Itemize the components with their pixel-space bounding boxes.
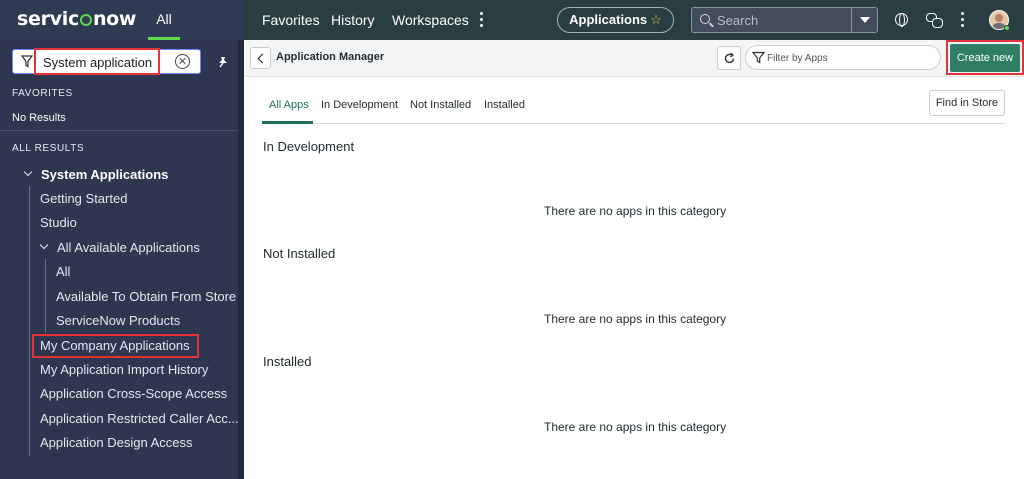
sidebar-scrollbar[interactable]	[238, 40, 244, 479]
servicenow-logo[interactable]: servic now	[17, 8, 136, 30]
filter-icon	[21, 55, 33, 68]
all-results-section-label: ALL RESULTS	[12, 143, 85, 154]
tree-guide-line	[29, 186, 30, 456]
tab-all-apps[interactable]: All Apps	[269, 99, 309, 111]
favorites-section-label: FAVORITES	[12, 88, 73, 99]
sidebar-item-all-available-applications[interactable]: All Available Applications	[57, 240, 200, 255]
sidebar-item-design-access[interactable]: Application Design Access	[40, 435, 192, 450]
category-title-installed: Installed	[263, 354, 312, 369]
category-title-in-development: In Development	[263, 139, 355, 154]
sidebar-item-restricted-caller-access[interactable]: Application Restricted Caller Acc...	[40, 411, 239, 426]
sidebar-item-available-from-store[interactable]: Available To Obtain From Store	[56, 289, 236, 304]
apps-filter-input[interactable]	[767, 50, 927, 66]
apps-filter	[745, 45, 941, 70]
filter-icon	[752, 51, 765, 64]
search-dropdown-icon[interactable]	[851, 8, 877, 32]
workspaces-menu[interactable]: Workspaces	[392, 0, 469, 40]
sidebar-group-system-applications[interactable]: System Applications	[41, 167, 168, 182]
user-more-menu-icon[interactable]	[961, 12, 965, 28]
chevron-down-icon[interactable]	[39, 240, 49, 250]
chevron-down-icon[interactable]	[23, 167, 33, 177]
star-icon[interactable]: ☆	[650, 12, 662, 27]
my-company-highlight-box	[32, 334, 199, 358]
sidebar-item-getting-started[interactable]: Getting Started	[40, 191, 127, 206]
page-title: Application Manager	[276, 51, 385, 63]
tab-in-development[interactable]: In Development	[321, 99, 398, 111]
online-status-icon	[1004, 25, 1010, 31]
tabs-divider	[262, 123, 1005, 124]
tree-guide-line-nested	[45, 259, 46, 333]
sidebar-divider	[0, 130, 238, 131]
sidebar-item-studio[interactable]: Studio	[40, 215, 77, 230]
clear-filter-icon[interactable]	[175, 54, 190, 69]
global-search-input[interactable]	[717, 11, 837, 29]
all-menu-tab[interactable]: All	[148, 0, 180, 40]
category-title-not-installed: Not Installed	[263, 246, 336, 261]
logo-o-icon	[79, 14, 92, 26]
more-menu-icon[interactable]	[480, 12, 484, 28]
sidebar-item-all[interactable]: All	[56, 264, 70, 279]
empty-message-installed: There are no apps in this category	[544, 420, 727, 434]
navigator-sidebar: FAVORITES No Results ALL RESULTS System …	[0, 40, 244, 479]
sidebar-item-servicenow-products[interactable]: ServiceNow Products	[56, 313, 180, 328]
refresh-button[interactable]	[717, 46, 741, 70]
top-navigation-bar: servic now All Favorites History Workspac…	[0, 0, 1024, 40]
sidebar-item-import-history[interactable]: My Application Import History	[40, 362, 208, 377]
find-in-store-button[interactable]: Find in Store	[929, 90, 1005, 116]
application-scope-pill[interactable]: Applications ☆	[557, 7, 674, 33]
empty-message-not-installed: There are no apps in this category	[544, 312, 727, 326]
empty-message-in-development: There are no apps in this category	[544, 204, 727, 218]
search-icon	[700, 14, 710, 24]
create-new-highlight-box	[946, 40, 1024, 75]
back-button[interactable]	[250, 47, 271, 69]
filter-highlight-box	[34, 48, 160, 75]
pin-icon[interactable]	[217, 56, 229, 68]
tab-not-installed[interactable]: Not Installed	[410, 99, 471, 111]
history-menu[interactable]: History	[331, 0, 375, 40]
tab-installed[interactable]: Installed	[484, 99, 525, 111]
active-tab-indicator	[262, 121, 313, 124]
app-pill-label: Applications	[569, 12, 648, 27]
favorites-no-results: No Results	[12, 112, 66, 124]
refresh-icon	[724, 52, 735, 64]
favorites-menu[interactable]: Favorites	[262, 0, 320, 40]
logo-text-end: now	[92, 8, 137, 30]
global-search	[691, 7, 878, 33]
globe-icon[interactable]	[895, 13, 908, 27]
chat-icon[interactable]	[926, 13, 943, 28]
logo-text-start: servic	[17, 8, 79, 30]
sidebar-item-cross-scope-access[interactable]: Application Cross-Scope Access	[40, 386, 227, 401]
